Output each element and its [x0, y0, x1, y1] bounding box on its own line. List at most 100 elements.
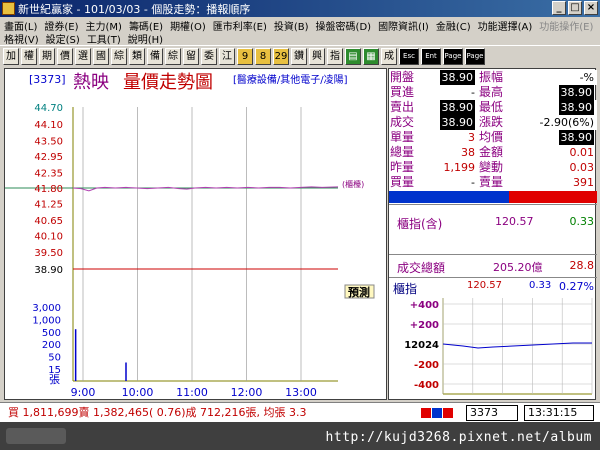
- toolbar-button[interactable]: 8: [255, 48, 271, 65]
- quote-label: 賣出: [390, 100, 415, 114]
- watermark-url: http://kujd3268.pixnet.net/album: [325, 430, 592, 445]
- mini-index-chart: +400 +200 12024 -200 -400: [404, 298, 593, 395]
- quote-row: 成交 38.90 漲跌 -2.90(6%): [389, 115, 597, 130]
- mini-tick-label: +400: [410, 300, 439, 311]
- quote-label: 單量: [390, 130, 415, 144]
- turnover-box: 成交總額 205.20億 28.8: [389, 254, 597, 277]
- index-box: 櫃指(含) 120.57 0.33: [389, 204, 597, 254]
- toolbar-button[interactable]: Ent: [421, 48, 441, 65]
- quote-row: 開盤 38.90 振幅 -%: [389, 70, 597, 85]
- quote-label: 賣量: [479, 175, 504, 189]
- series-tag: (櫃檯): [342, 179, 364, 189]
- turnover-label: 成交總額: [397, 261, 446, 275]
- toolbar-button[interactable]: 鑽: [291, 48, 307, 65]
- toolbar-button[interactable]: ▦: [363, 48, 379, 65]
- toolbar-button[interactable]: 成: [381, 48, 397, 65]
- toolbar-button[interactable]: 國: [93, 48, 109, 65]
- toolbar-button[interactable]: 價: [57, 48, 73, 65]
- quote-row: 買量 - 賣量 391: [389, 175, 597, 190]
- menu-item[interactable]: 投資(B): [274, 18, 309, 33]
- mini-index-chart-panel: 櫃指 120.57 0.33 0.27% +400 +200 12024 -200 -4…: [389, 277, 597, 401]
- stock-name: 熱映: [73, 72, 109, 93]
- app-icon: [2, 2, 15, 15]
- taskbar: http://kujd3268.pixnet.net/album: [0, 422, 600, 450]
- menu-item[interactable]: 期權(O): [170, 18, 206, 33]
- toolbar-button[interactable]: 綜: [165, 48, 181, 65]
- minimize-button[interactable]: _: [552, 1, 566, 15]
- price-tick-label: 40.65: [34, 216, 63, 227]
- mini-index-pct: 0.27%: [559, 280, 594, 293]
- chart-title: 量價走勢圖: [123, 72, 213, 93]
- menu-item[interactable]: 國際資訊(I): [378, 18, 429, 33]
- stock-code-input[interactable]: 3373: [466, 405, 518, 421]
- quote-label: 成交: [390, 115, 415, 129]
- menu-item[interactable]: 說明(H): [128, 31, 163, 46]
- menu-bar: 畫面(L) 證券(E) 主力(M) 籌碼(E) 期權(O) 匯市利率(E) 投資(B) 操盤密…: [0, 17, 600, 46]
- toolbar-button[interactable]: 興: [309, 48, 325, 65]
- close-button[interactable]: ×: [584, 1, 598, 15]
- mini-tick-label: 12024: [404, 340, 439, 351]
- trade-summary: 買 1,811,699賣 1,382,465( 0.76)成 712,216張,…: [8, 406, 307, 419]
- quote-value: 38: [461, 146, 475, 159]
- menu-item[interactable]: 設定(S): [46, 31, 80, 46]
- price-tick-label: 42.35: [34, 169, 63, 180]
- window-title: 新世紀贏家 - 101/03/03 - 個股走勢：播報順序: [18, 2, 251, 16]
- quote-label: 昨量: [390, 160, 415, 174]
- price-volume-chart: [3373] 熱映 量價走勢圖 [醫療設備/其他電子/凌陽] 9:00 10:00…: [5, 72, 375, 399]
- toolbar-button[interactable]: 期: [39, 48, 55, 65]
- toolbar-button[interactable]: Page: [443, 48, 463, 65]
- menu-item[interactable]: 金融(C): [436, 18, 471, 33]
- menu-item[interactable]: 功能選擇(A): [478, 18, 533, 33]
- quote-label: 漲跌: [479, 115, 504, 129]
- toolbar: 加權期價選國綜類備綜留委江 9 8 29 鑽興指 ▤ ▦ 成 Esc Ent Page Page: [0, 45, 600, 67]
- maximize-button[interactable]: □: [568, 1, 582, 15]
- menu-item[interactable]: 格視(V): [4, 31, 39, 46]
- quote-row: 買進 - 最高 38.90: [389, 85, 597, 100]
- quote-row: 賣出 38.90 最低 38.90: [389, 100, 597, 115]
- toolbar-button[interactable]: 加: [3, 48, 19, 65]
- quote-row: 昨量 1,199 變動 0.03: [389, 160, 597, 175]
- menu-item[interactable]: 操盤密碼(D): [316, 18, 372, 33]
- toolbar-button[interactable]: 權: [21, 48, 37, 65]
- quote-row: 單量 3 均價 38.90: [389, 130, 597, 145]
- toolbar-button[interactable]: 留: [183, 48, 199, 65]
- price-tick-label: 39.50: [34, 248, 63, 259]
- quote-label: 金額: [479, 145, 504, 159]
- price-tick-label: 44.10: [34, 120, 63, 131]
- industry-label: [醫療設備/其他電子/凌陽]: [233, 73, 348, 86]
- forecast-marker[interactable]: 預測: [348, 285, 370, 299]
- stock-code: [3373]: [29, 73, 66, 86]
- menu-item[interactable]: 工具(T): [87, 31, 121, 46]
- quote-label: 均價: [479, 130, 504, 144]
- quote-label: 振幅: [479, 70, 504, 84]
- menu-item[interactable]: 匯市利率(E): [213, 18, 267, 33]
- status-bar: 買 1,811,699賣 1,382,465( 0.76)成 712,216張,…: [0, 402, 600, 422]
- volume-tick-label: 50: [48, 353, 61, 364]
- toolbar-button[interactable]: 備: [147, 48, 163, 65]
- quote-value: 391: [573, 176, 594, 189]
- quote-label: 變動: [479, 160, 504, 174]
- quote-value: 38.90: [558, 130, 594, 145]
- mini-index-value: 120.57: [467, 280, 502, 291]
- mini-tick-label: -200: [414, 360, 439, 371]
- volume-tick-label: 200: [42, 340, 61, 351]
- toolbar-button[interactable]: 29: [273, 48, 289, 65]
- turnover-value: 205.20億: [493, 261, 543, 274]
- toolbar-button[interactable]: 選: [75, 48, 91, 65]
- quote-value: 38.90: [439, 100, 475, 115]
- toolbar-button[interactable]: 9: [237, 48, 253, 65]
- toolbar-button[interactable]: 綜: [111, 48, 127, 65]
- clock: 13:31:15: [524, 405, 594, 421]
- price-tick-label: 43.50: [34, 137, 63, 148]
- quote-value: 38.90: [439, 115, 475, 130]
- quote-label: 買進: [390, 85, 415, 99]
- quote-value: 38.90: [558, 85, 594, 100]
- toolbar-button[interactable]: Page: [465, 48, 485, 65]
- toolbar-button[interactable]: 江: [219, 48, 235, 65]
- price-tick-label: 44.70: [34, 103, 63, 114]
- toolbar-button[interactable]: 委: [201, 48, 217, 65]
- toolbar-button[interactable]: 類: [129, 48, 145, 65]
- toolbar-button[interactable]: Esc: [399, 48, 419, 65]
- toolbar-button[interactable]: 指: [327, 48, 343, 65]
- toolbar-button[interactable]: ▤: [345, 48, 361, 65]
